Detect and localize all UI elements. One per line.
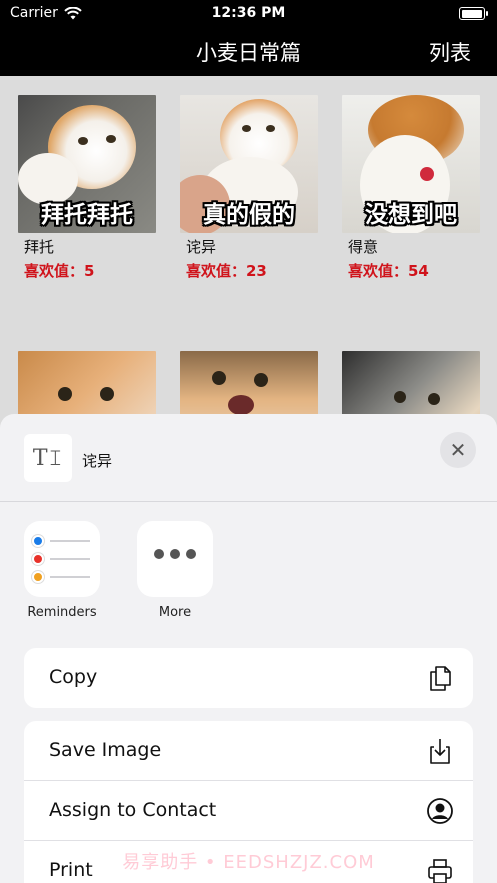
grid-item[interactable]: 拜托拜托 拜托 喜欢值：5	[18, 95, 156, 281]
list-button[interactable]: 列表	[429, 37, 471, 67]
save-image-action[interactable]: Save Image	[24, 721, 473, 781]
copy-icon	[430, 666, 451, 691]
cat-image: 真的假的	[180, 95, 318, 233]
item-name: 诧异	[186, 238, 217, 256]
header-divider	[0, 501, 497, 502]
item-name: 拜托	[24, 238, 55, 256]
action-group-copy: Copy	[24, 648, 473, 708]
grid-item[interactable]: 真的假的 诧异 喜欢值：23	[180, 95, 318, 281]
reminders-icon	[24, 521, 100, 597]
item-likes: 喜欢值：23	[186, 262, 267, 280]
share-sheet-header: T𝙸 诧异 ✕	[0, 414, 497, 502]
contact-icon	[427, 798, 453, 824]
assign-contact-action[interactable]: Assign to Contact	[24, 781, 473, 841]
watermark-text: 易享助手 • EEDSHZJZ.COM	[122, 852, 375, 873]
image-caption: 没想到吧	[365, 202, 457, 228]
action-label: Save Image	[49, 739, 162, 761]
save-image-icon	[430, 739, 450, 764]
share-app-reminders[interactable]: Reminders	[24, 521, 100, 620]
app-label: More	[158, 605, 192, 620]
more-icon	[137, 521, 213, 597]
page-title: 小麦日常篇	[196, 41, 301, 65]
share-preview-title: 诧异	[82, 452, 113, 470]
status-bar: Carrier 12:36 PM	[0, 0, 497, 28]
cat-image: 拜托拜托	[18, 95, 156, 233]
navigation-bar: 小麦日常篇 列表	[0, 28, 497, 76]
app-label: Reminders	[27, 605, 97, 620]
item-likes: 喜欢值：54	[348, 262, 429, 280]
close-icon: ✕	[449, 438, 467, 462]
share-app-more[interactable]: More	[137, 521, 213, 620]
action-label: Copy	[49, 666, 98, 688]
image-caption: 拜托拜托	[41, 202, 133, 228]
text-preview-icon: T𝙸	[24, 434, 72, 482]
share-sheet: T𝙸 诧异 ✕ Reminders More Copy Save Image A…	[0, 414, 497, 883]
grid-item[interactable]: 没想到吧 得意 喜欢值：54	[342, 95, 480, 281]
battery-icon	[459, 7, 488, 20]
status-time: 12:36 PM	[211, 5, 286, 21]
close-button[interactable]: ✕	[440, 432, 476, 468]
copy-action[interactable]: Copy	[24, 648, 473, 708]
item-name: 得意	[348, 238, 379, 256]
image-caption: 真的假的	[203, 202, 295, 228]
action-label: Assign to Contact	[49, 799, 217, 821]
item-likes: 喜欢值：5	[24, 262, 95, 280]
cat-image: 没想到吧	[342, 95, 480, 233]
